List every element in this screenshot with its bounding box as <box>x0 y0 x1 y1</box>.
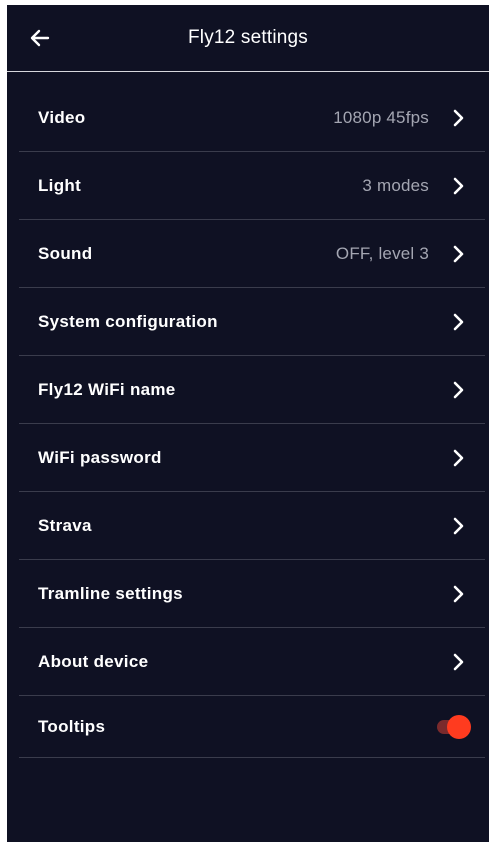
chevron-right-icon <box>451 585 465 603</box>
settings-row-wifi-name[interactable]: Fly12 WiFi name <box>19 356 485 424</box>
chevron-right-icon <box>451 313 465 331</box>
row-label: Light <box>38 175 82 195</box>
row-label: About device <box>38 651 149 671</box>
row-label: Tramline settings <box>38 583 183 603</box>
chevron-right-icon <box>451 517 465 535</box>
chevron-right-icon <box>451 381 465 399</box>
settings-row-strava[interactable]: Strava <box>19 492 485 560</box>
row-label: Fly12 WiFi name <box>38 379 176 399</box>
chevron-right-icon <box>451 449 465 467</box>
toggle-knob <box>447 714 471 739</box>
row-label: Tooltips <box>38 716 106 736</box>
settings-row-wifi-password[interactable]: WiFi password <box>19 424 485 492</box>
chevron-right-icon <box>451 109 465 127</box>
row-label: Strava <box>38 515 92 535</box>
page-title: Fly12 settings <box>187 27 309 48</box>
settings-row-tramline-settings[interactable]: Tramline settings <box>19 560 485 628</box>
settings-list: Video 1080p 45fps Light 3 modes Sound OF… <box>19 84 485 758</box>
header-bar: Fly12 settings <box>7 5 489 72</box>
row-label: WiFi password <box>38 447 162 467</box>
settings-row-tooltips: Tooltips <box>19 696 485 758</box>
row-label: Video <box>38 107 86 127</box>
settings-screen: Fly12 settings Video 1080p 45fps Light 3… <box>7 5 489 842</box>
row-value: OFF, level 3 <box>335 243 429 263</box>
tooltips-toggle[interactable] <box>435 714 471 739</box>
row-value: 1080p 45fps <box>333 107 429 127</box>
chevron-right-icon <box>451 653 465 671</box>
row-value: 3 modes <box>362 175 429 195</box>
settings-row-light[interactable]: Light 3 modes <box>19 152 485 220</box>
settings-row-sound[interactable]: Sound OFF, level 3 <box>19 220 485 288</box>
settings-row-about-device[interactable]: About device <box>19 628 485 696</box>
row-label: System configuration <box>38 311 218 331</box>
chevron-right-icon <box>451 177 465 195</box>
chevron-right-icon <box>451 245 465 263</box>
row-label: Sound <box>38 243 93 263</box>
settings-row-system-configuration[interactable]: System configuration <box>19 288 485 356</box>
settings-row-video[interactable]: Video 1080p 45fps <box>19 84 485 152</box>
